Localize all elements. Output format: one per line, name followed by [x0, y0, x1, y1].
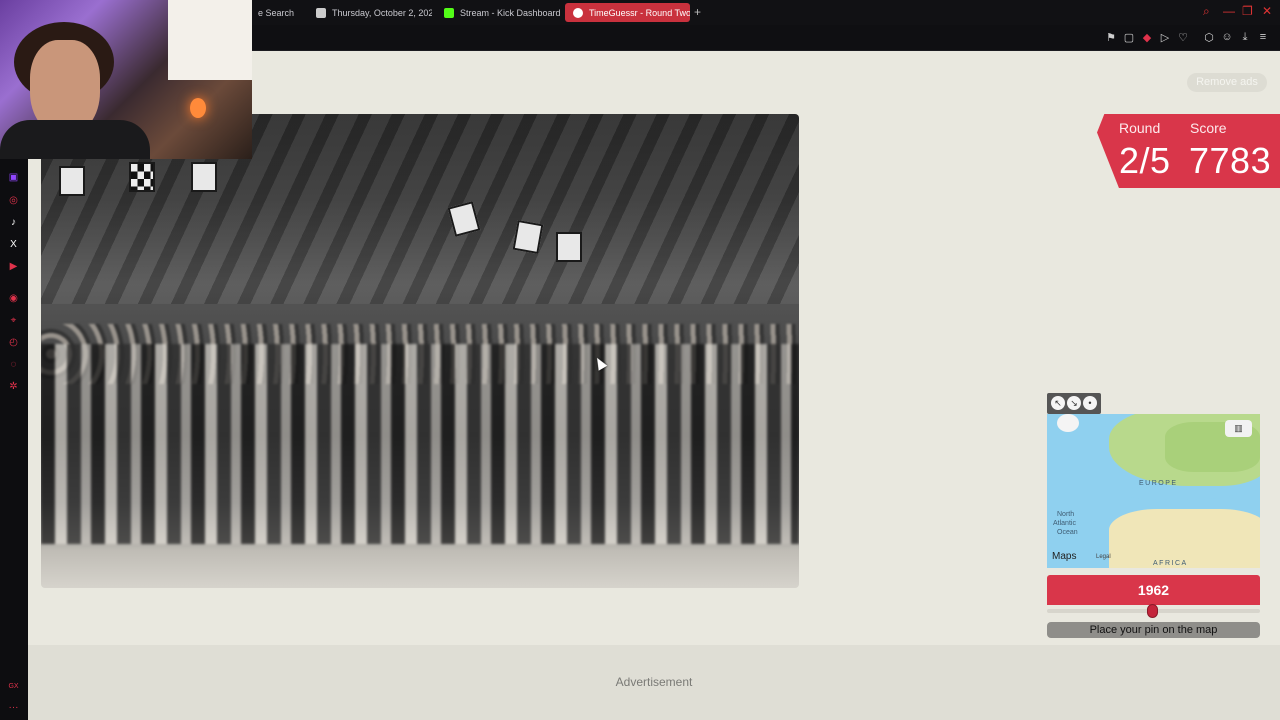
pocket-icon[interactable]: ◆	[1140, 31, 1154, 44]
map-style-icon[interactable]: ▥	[1225, 420, 1252, 437]
expand-icon[interactable]: ↖	[1051, 396, 1065, 410]
play-icon[interactable]: ▷	[1158, 31, 1172, 44]
more-icon[interactable]: ···	[7, 701, 20, 714]
heart-icon[interactable]: ♡	[1176, 31, 1190, 44]
settings-icon[interactable]: ✲	[7, 380, 20, 393]
bookmark-icon[interactable]: ⚑	[1104, 31, 1118, 44]
photo-flag	[191, 162, 217, 192]
extensions-icon[interactable]: ⬡	[1202, 31, 1216, 44]
minimize-icon[interactable]: —	[1223, 4, 1235, 18]
year-display: 1962	[1047, 575, 1260, 605]
streamer-webcam	[0, 0, 252, 159]
map-label-ocean-1: North	[1057, 511, 1075, 518]
close-icon[interactable]: ✕	[1262, 4, 1272, 18]
search-icon[interactable]: ⌕	[1203, 4, 1210, 19]
round-value: 2/5	[1119, 140, 1171, 181]
photo-flag	[512, 219, 544, 255]
player-icon[interactable]: ◉	[7, 292, 20, 305]
tab-label: Thursday, October 2, 202	[332, 7, 432, 18]
remove-ads-button[interactable]: Remove ads	[1187, 73, 1267, 92]
screenshot-icon[interactable]: ▢	[1122, 31, 1136, 44]
advertisement-label: Advertisement	[615, 675, 693, 689]
chat-icon[interactable]: ◌	[7, 358, 20, 371]
tab-search[interactable]: e Search	[250, 3, 308, 22]
history-icon[interactable]: ◴	[7, 336, 20, 349]
photo-flag	[129, 162, 155, 192]
restore-icon[interactable]: ❐	[1242, 4, 1253, 18]
gx-icon[interactable]: GX	[7, 680, 20, 693]
map-sea-mediterranean	[1117, 486, 1237, 500]
webcam-shirt	[0, 120, 150, 159]
webcam-lamp	[190, 98, 206, 118]
x-icon[interactable]: X	[7, 238, 20, 251]
tab-label: e Search	[258, 7, 295, 18]
new-tab-button[interactable]: +	[694, 5, 701, 19]
menu-icon[interactable]: ≡	[1256, 31, 1270, 43]
tab-label: TimeGuessr - Round Two	[589, 7, 690, 18]
photo-flag	[59, 166, 85, 196]
guess-map[interactable]: ▥ EUROPE AFRICA North Atlantic Ocean Map…	[1047, 414, 1260, 568]
tab-timeguessr[interactable]: TimeGuessr - Round Two	[565, 3, 690, 22]
account-icon[interactable]: ☺	[1220, 31, 1234, 43]
round-label: Round	[1119, 120, 1161, 136]
map-toolbar: ↖ ↘ •	[1047, 393, 1101, 414]
map-land-iceland	[1057, 414, 1079, 432]
tab-kick-dashboard[interactable]: Stream - Kick Dashboard	[436, 3, 560, 22]
round-score-card: Round Score 2/5 7783	[1097, 114, 1280, 188]
apple-maps-logo: Maps	[1052, 551, 1077, 562]
round-photo	[41, 114, 799, 588]
map-label-europe: EUROPE	[1139, 480, 1178, 487]
map-label-ocean-3: Ocean	[1057, 529, 1078, 536]
instagram-icon[interactable]: ◎	[7, 194, 20, 207]
map-legal-link[interactable]: Legal	[1096, 554, 1111, 560]
score-label: Score	[1190, 120, 1227, 136]
tiktok-icon[interactable]: ♪	[7, 216, 20, 229]
place-pin-button[interactable]: Place your pin on the map	[1047, 622, 1260, 638]
twitch-icon[interactable]: ▣	[7, 171, 20, 184]
calendar-icon	[316, 7, 326, 18]
shrink-icon[interactable]: ↘	[1067, 396, 1081, 410]
pin-icon[interactable]: •	[1083, 396, 1097, 410]
pin-icon[interactable]: ⌖	[7, 314, 20, 327]
youtube-icon[interactable]: ▶	[7, 260, 20, 273]
download-icon[interactable]: ⤓	[1238, 31, 1252, 44]
map-label-africa: AFRICA	[1153, 560, 1188, 567]
kick-icon	[444, 7, 454, 18]
tab-date[interactable]: Thursday, October 2, 202	[308, 3, 432, 22]
advertisement-area: Advertisement	[28, 645, 1280, 720]
score-value: 7783	[1189, 140, 1272, 181]
webcam-poster	[168, 0, 252, 80]
tab-label: Stream - Kick Dashboard	[460, 7, 560, 18]
globe-icon	[573, 7, 583, 18]
photo-flag	[556, 232, 582, 262]
year-slider-thumb[interactable]	[1147, 604, 1158, 618]
map-label-ocean-2: Atlantic	[1053, 520, 1076, 527]
photo-crowd	[41, 344, 799, 544]
